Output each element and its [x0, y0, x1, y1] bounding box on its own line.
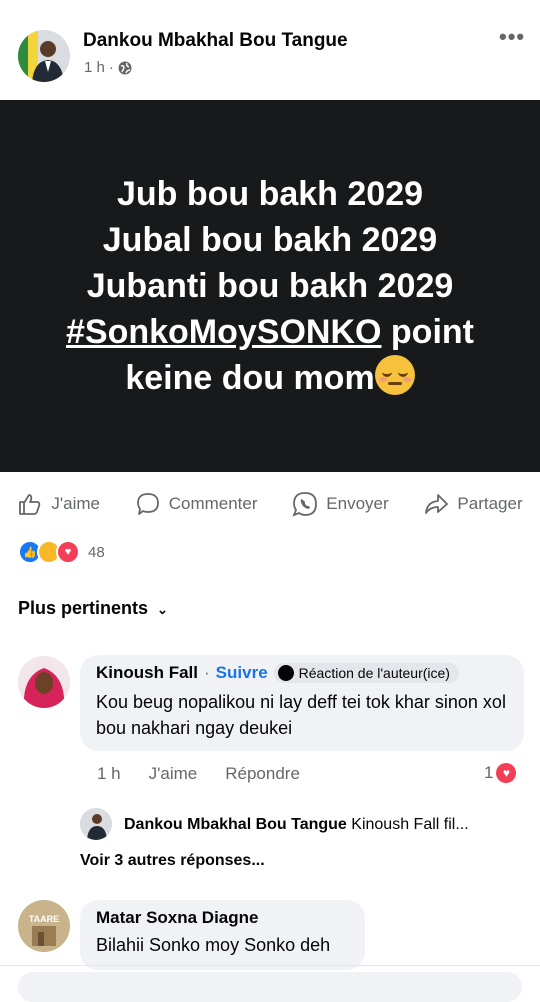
sort-label: Plus pertinents — [18, 598, 149, 618]
comment-reactions[interactable]: 1 ♥ — [484, 763, 517, 783]
send-button[interactable]: Envoyer — [292, 491, 389, 517]
author-avatar[interactable] — [18, 30, 70, 82]
author-reaction-badge: Réaction de l'auteur(ice) — [273, 663, 459, 683]
globe-icon — [118, 61, 132, 74]
post-line-4-rest: point — [381, 313, 474, 351]
comment-label: Commenter — [168, 494, 258, 513]
separator-dot: · — [204, 663, 210, 682]
comment-text: Kou beug nopalikou ni lay deff tei tok k… — [96, 692, 506, 738]
author-reaction-icon — [277, 665, 294, 681]
comment-bubble-2[interactable]: Matar Soxna Diagne Bilahii Sonko moy Son… — [80, 900, 365, 970]
comment-text-2: Bilahii Sonko moy Sonko deh — [96, 935, 331, 955]
more-dots-icon[interactable]: ••• — [499, 24, 525, 50]
post-line-4: #SonkoMoySONKO point — [35, 309, 505, 355]
share-arrow-icon — [425, 494, 449, 514]
share-label: Partager — [457, 494, 523, 513]
post-line-3: Jubanti bou bakh 2029 — [86, 267, 454, 305]
post-line-1: Jub bou bakh 2029 — [116, 175, 424, 213]
thumbs-up-icon — [19, 494, 41, 515]
hashtag-link[interactable]: #SonkoMoySONKO — [66, 313, 381, 351]
post-content[interactable]: Jub bou bakh 2029 Jubal bou bakh 2029 Ju… — [0, 100, 540, 472]
send-label: Envoyer — [326, 494, 389, 513]
comment-footer: 1 h J'aime Répondre — [97, 764, 517, 784]
comment-button[interactable]: Commenter — [135, 491, 258, 517]
post-meta: 1 h · — [84, 59, 132, 76]
meta-separator: · — [108, 59, 114, 76]
post-line-5-text: keine dou mom — [125, 359, 375, 397]
reply-author-avatar[interactable] — [80, 808, 112, 840]
post-time[interactable]: 1 h — [84, 59, 105, 76]
comment-composer-input[interactable] — [18, 972, 522, 1002]
messenger-whatsapp-icon — [292, 492, 318, 517]
post-text: Jub bou bakh 2029 Jubal bou bakh 2029 Ju… — [35, 171, 505, 401]
reply-author-name: Dankou Mbakhal Bou Tangue — [124, 816, 347, 833]
reaction-count: 48 — [88, 543, 105, 561]
commenter-avatar[interactable] — [18, 656, 70, 708]
post-line-5: keine dou mom — [35, 355, 505, 401]
comment-reply-button[interactable]: Répondre — [225, 764, 300, 784]
comment-bubble-icon — [136, 493, 159, 515]
post-line-2: Jubal bou bakh 2029 — [102, 221, 438, 259]
love-reaction-icon: ♥ — [496, 763, 517, 783]
comment-bubble[interactable]: Kinoush Fall · Suivre Réaction de l'aute… — [80, 655, 524, 751]
avatar-text: TAARE — [28, 914, 60, 924]
reply-preview-text: Kinoush Fall fil... — [351, 816, 469, 833]
share-button[interactable]: Partager — [423, 491, 523, 517]
reactions-summary[interactable]: 👍 ♥ 48 — [18, 540, 105, 564]
commenter-avatar-2[interactable] — [18, 900, 70, 952]
reply-preview[interactable]: Dankou Mbakhal Bou Tangue Kinoush Fall f… — [124, 816, 469, 834]
composer-divider — [0, 965, 540, 966]
badge-label: Réaction de l'auteur(ice) — [298, 665, 450, 681]
love-reaction-icon: ♥ — [56, 540, 80, 564]
comment-reaction-count: 1 — [484, 763, 494, 782]
comment-time[interactable]: 1 h — [97, 764, 121, 784]
post-action-bar: J'aime Commenter Envoyer Partager — [0, 478, 540, 530]
comment-sort-dropdown[interactable]: Plus pertinents ⌄ — [18, 598, 168, 619]
more-replies-link[interactable]: Voir 3 autres réponses... — [80, 852, 265, 870]
like-button[interactable]: J'aime — [17, 491, 100, 517]
comment-header: Kinoush Fall · Suivre Réaction de l'aute… — [96, 663, 510, 683]
like-label: J'aime — [51, 494, 100, 513]
chevron-down-icon: ⌄ — [157, 602, 168, 617]
comment-like-button[interactable]: J'aime — [149, 764, 198, 784]
post-author-name[interactable]: Dankou Mbakhal Bou Tangue — [83, 30, 348, 52]
commenter-name[interactable]: Kinoush Fall — [96, 663, 198, 683]
commenter-name-2[interactable]: Matar Soxna Diagne — [96, 908, 351, 928]
follow-button[interactable]: Suivre — [216, 663, 268, 683]
relieved-emoji-icon — [374, 355, 415, 395]
